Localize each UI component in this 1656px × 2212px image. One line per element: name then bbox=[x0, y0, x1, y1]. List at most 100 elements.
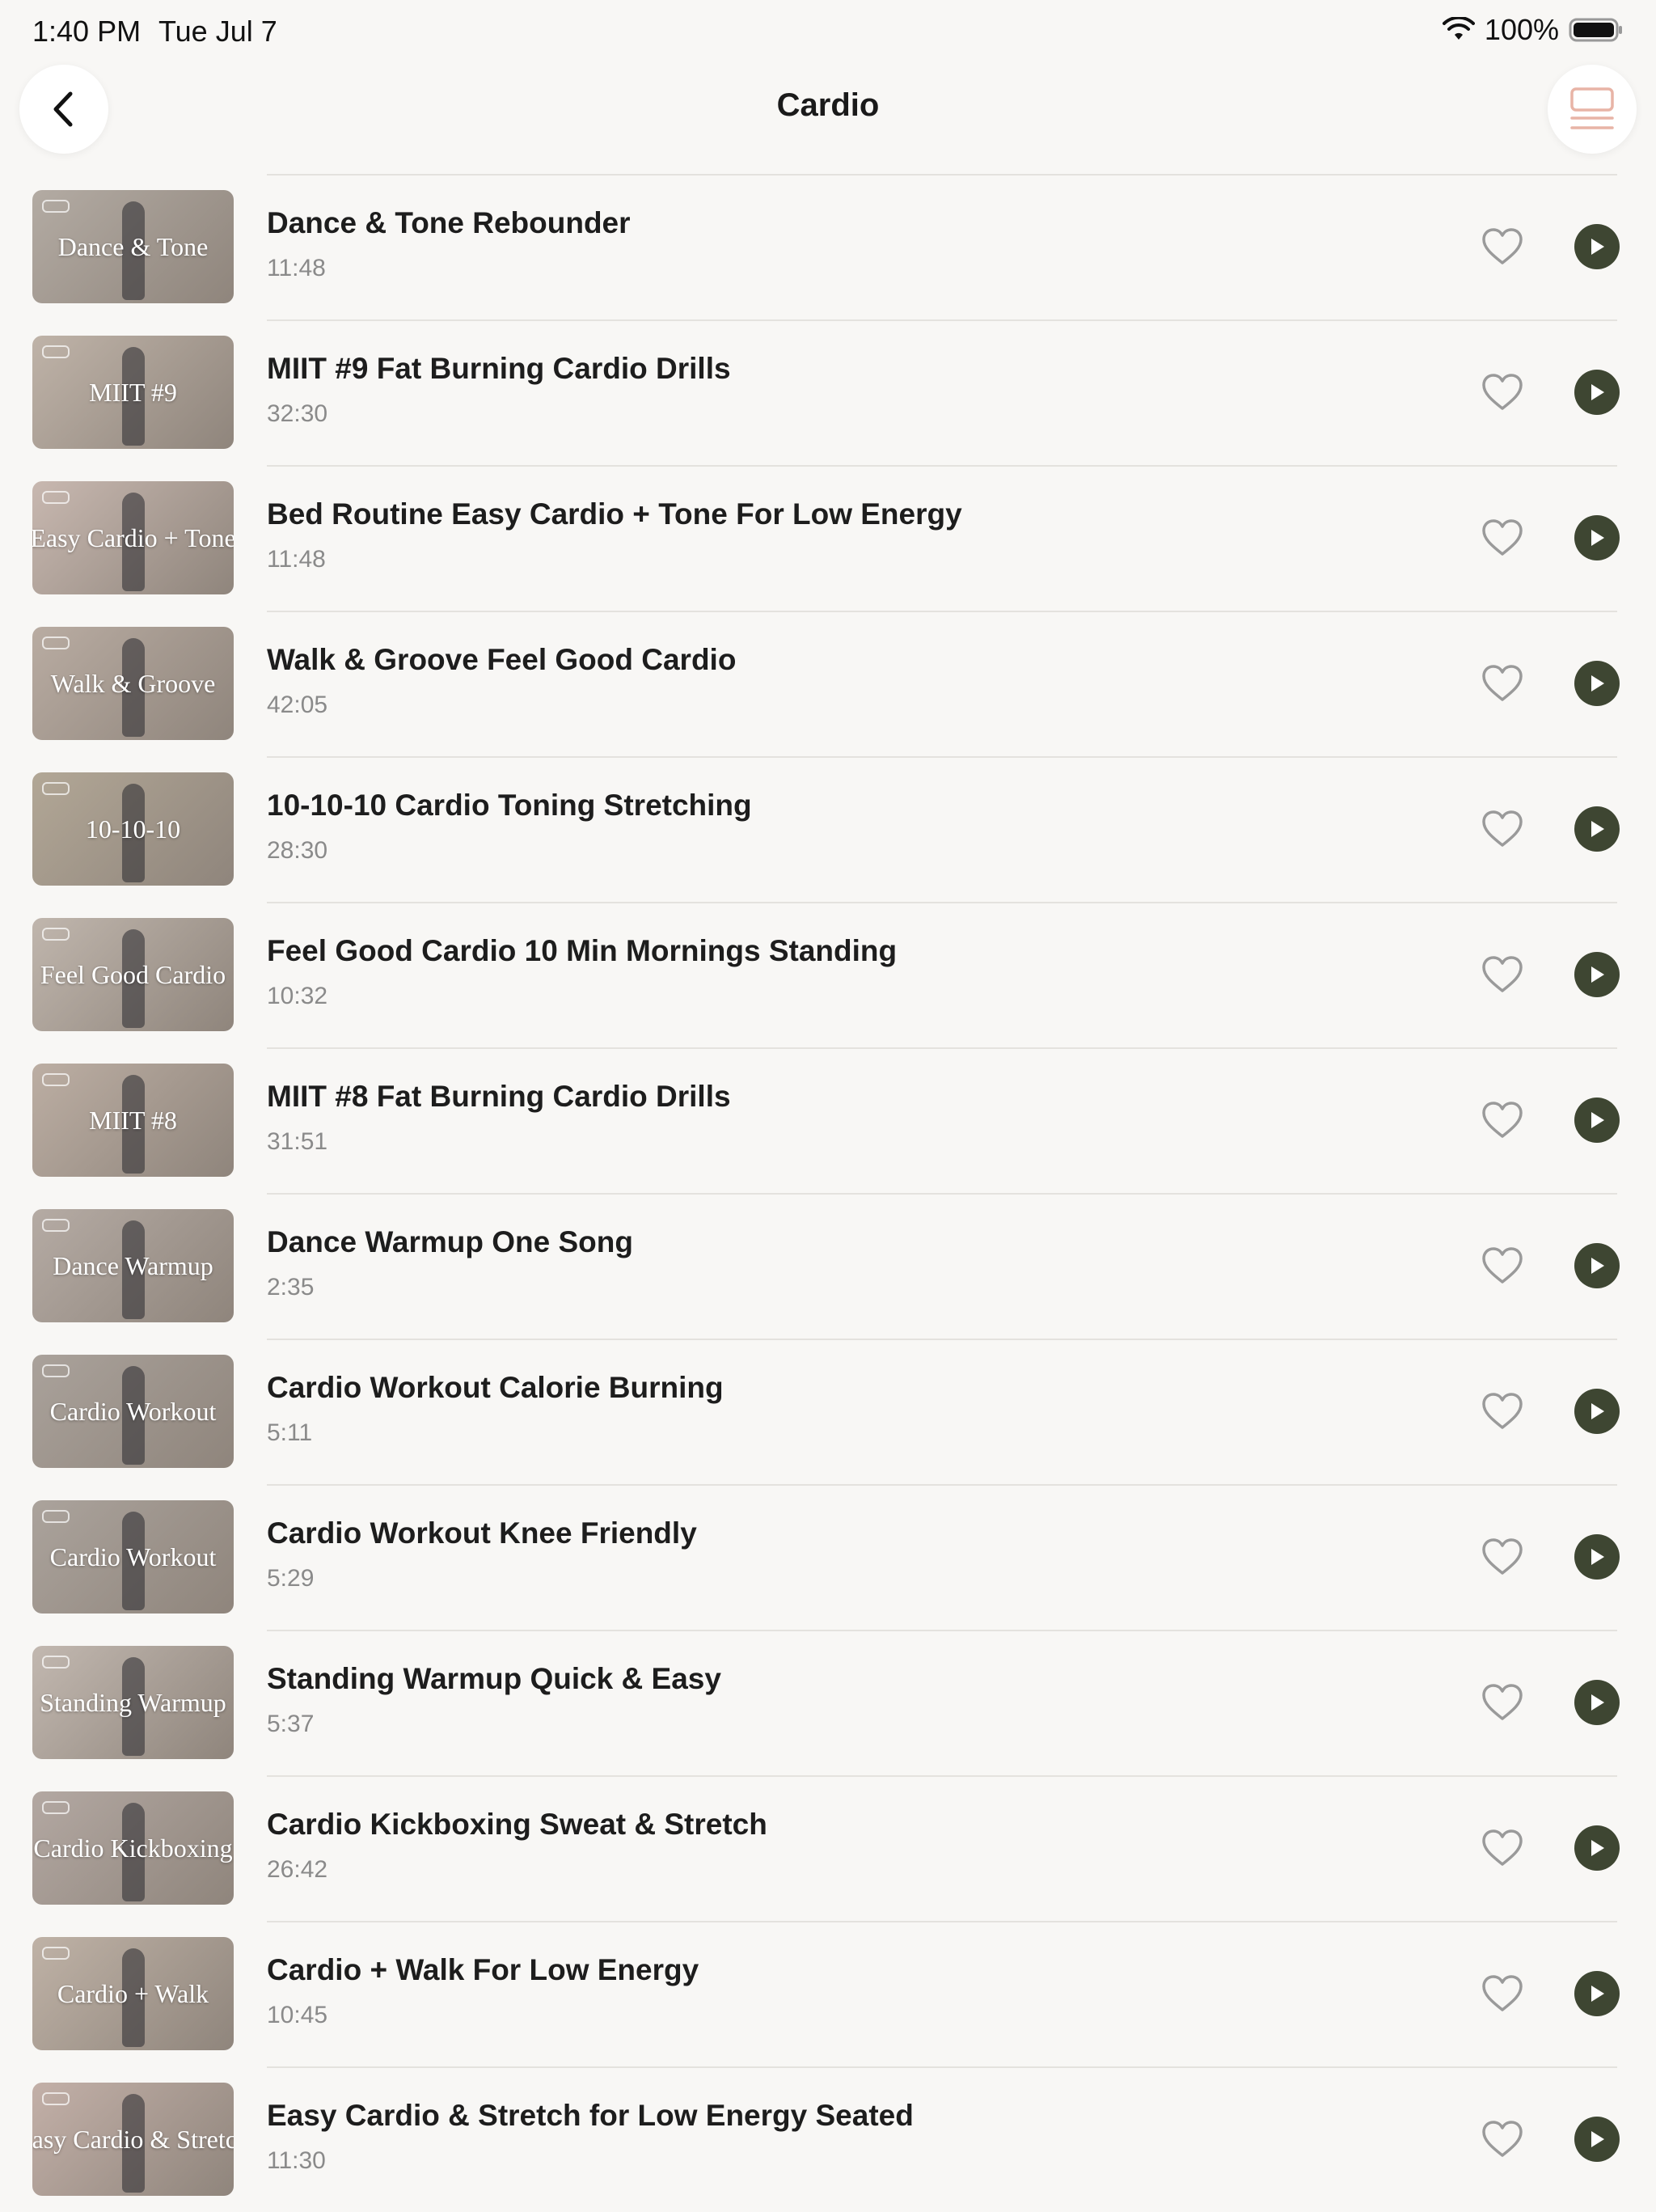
thumbnail-title: Feel Good Cardio bbox=[40, 960, 226, 989]
favorite-button[interactable] bbox=[1480, 1534, 1525, 1580]
play-icon bbox=[1591, 1840, 1604, 1856]
play-button[interactable] bbox=[1574, 1098, 1620, 1143]
play-button[interactable] bbox=[1574, 1680, 1620, 1725]
thumbnail-badge bbox=[42, 491, 70, 504]
workout-row[interactable]: Dance & Tone Dance & Tone Rebounder 11:4… bbox=[0, 174, 1656, 319]
workout-thumbnail[interactable]: Standing Warmup bbox=[32, 1646, 234, 1759]
play-button[interactable] bbox=[1574, 224, 1620, 269]
workout-row[interactable]: Feel Good Cardio Feel Good Cardio 10 Min… bbox=[0, 902, 1656, 1047]
workout-row[interactable]: Cardio + Walk Cardio + Walk For Low Ener… bbox=[0, 1921, 1656, 2066]
thumbnail-badge bbox=[42, 928, 70, 941]
play-button[interactable] bbox=[1574, 1534, 1620, 1580]
workout-thumbnail[interactable]: Cardio Workout bbox=[32, 1500, 234, 1614]
thumbnail-badge bbox=[42, 1219, 70, 1232]
workout-thumbnail[interactable]: Easy Cardio + Tone bbox=[32, 481, 234, 594]
favorite-button[interactable] bbox=[1480, 1243, 1525, 1288]
thumbnail-badge bbox=[42, 1656, 70, 1669]
thumbnail-title: Cardio Workout bbox=[49, 1397, 217, 1426]
thumbnail-title: Walk & Groove bbox=[50, 669, 216, 698]
play-button[interactable] bbox=[1574, 661, 1620, 706]
play-icon bbox=[1591, 530, 1604, 546]
play-button[interactable] bbox=[1574, 952, 1620, 997]
play-icon bbox=[1591, 1258, 1604, 1274]
thumbnail-title: MIIT #9 bbox=[89, 378, 177, 407]
play-button[interactable] bbox=[1574, 370, 1620, 415]
heart-icon bbox=[1482, 1102, 1523, 1138]
workout-row[interactable]: Cardio Workout Cardio Workout Calorie Bu… bbox=[0, 1339, 1656, 1484]
workout-row[interactable]: Cardio Workout Cardio Workout Knee Frien… bbox=[0, 1484, 1656, 1630]
thumbnail-badge bbox=[42, 345, 70, 358]
workout-title: Cardio Workout Calorie Burning bbox=[267, 1371, 724, 1404]
favorite-button[interactable] bbox=[1480, 1098, 1525, 1143]
favorite-button[interactable] bbox=[1480, 1825, 1525, 1871]
workout-thumbnail[interactable]: Easy Cardio & Stretch bbox=[32, 2083, 234, 2196]
workout-thumbnail[interactable]: Cardio Kickboxing bbox=[32, 1791, 234, 1905]
workout-thumbnail[interactable]: Cardio Workout bbox=[32, 1355, 234, 1468]
workout-duration: 5:11 bbox=[267, 1419, 313, 1446]
favorite-button[interactable] bbox=[1480, 1389, 1525, 1434]
thumbnail-badge bbox=[42, 2092, 70, 2105]
favorite-button[interactable] bbox=[1480, 370, 1525, 415]
workout-title: Feel Good Cardio 10 Min Mornings Standin… bbox=[267, 934, 898, 967]
heart-icon bbox=[1482, 519, 1523, 556]
thumbnail-title: 10-10-10 bbox=[85, 814, 181, 844]
play-button[interactable] bbox=[1574, 1389, 1620, 1434]
play-button[interactable] bbox=[1574, 1243, 1620, 1288]
workout-thumbnail[interactable]: Dance Warmup bbox=[32, 1209, 234, 1322]
workout-row[interactable]: Cardio Kickboxing Cardio Kickboxing Swea… bbox=[0, 1775, 1656, 1921]
workout-list: Dance & Tone Dance & Tone Rebounder 11:4… bbox=[0, 174, 1656, 2212]
thumbnail-title: Standing Warmup bbox=[40, 1688, 226, 1717]
heart-icon bbox=[1482, 1829, 1523, 1866]
heart-icon bbox=[1482, 374, 1523, 410]
thumbnail-badge bbox=[42, 1510, 70, 1523]
heart-icon bbox=[1482, 810, 1523, 847]
layout-toggle-button[interactable] bbox=[1548, 65, 1637, 154]
workout-thumbnail[interactable]: Dance & Tone bbox=[32, 190, 234, 303]
favorite-button[interactable] bbox=[1480, 224, 1525, 269]
play-button[interactable] bbox=[1574, 1971, 1620, 2016]
thumbnail-badge bbox=[42, 1801, 70, 1814]
workout-thumbnail[interactable]: MIIT #9 bbox=[32, 336, 234, 449]
workout-row[interactable]: 10-10-10 10-10-10 Cardio Toning Stretchi… bbox=[0, 756, 1656, 902]
play-icon bbox=[1591, 1694, 1604, 1711]
workout-row[interactable]: Standing Warmup Standing Warmup Quick & … bbox=[0, 1630, 1656, 1775]
play-icon bbox=[1591, 821, 1604, 837]
play-icon bbox=[1591, 1112, 1604, 1128]
favorite-button[interactable] bbox=[1480, 515, 1525, 560]
workout-row[interactable]: Dance Warmup Dance Warmup One Song 2:35 bbox=[0, 1193, 1656, 1339]
workout-title: Cardio + Walk For Low Energy bbox=[267, 1953, 699, 1986]
workout-row[interactable]: Walk & Groove Walk & Groove Feel Good Ca… bbox=[0, 611, 1656, 756]
thumbnail-title: Easy Cardio + Tone bbox=[32, 523, 234, 552]
workout-duration: 2:35 bbox=[267, 1274, 315, 1301]
workout-row[interactable]: Easy Cardio + Tone Bed Routine Easy Card… bbox=[0, 465, 1656, 611]
favorite-button[interactable] bbox=[1480, 952, 1525, 997]
favorite-button[interactable] bbox=[1480, 806, 1525, 852]
workout-thumbnail[interactable]: 10-10-10 bbox=[32, 772, 234, 886]
favorite-button[interactable] bbox=[1480, 1680, 1525, 1725]
play-button[interactable] bbox=[1574, 515, 1620, 560]
workout-row[interactable]: MIIT #8 MIIT #8 Fat Burning Cardio Drill… bbox=[0, 1047, 1656, 1193]
workout-row[interactable]: Easy Cardio & Stretch Easy Cardio & Stre… bbox=[0, 2066, 1656, 2212]
workout-thumbnail[interactable]: MIIT #8 bbox=[32, 1064, 234, 1177]
workout-title: Dance & Tone Rebounder bbox=[267, 206, 631, 239]
thumbnail-badge bbox=[42, 1073, 70, 1086]
favorite-button[interactable] bbox=[1480, 661, 1525, 706]
favorite-button[interactable] bbox=[1480, 2117, 1525, 2162]
play-icon bbox=[1591, 1549, 1604, 1565]
play-button[interactable] bbox=[1574, 1825, 1620, 1871]
workout-row[interactable]: MIIT #9 MIIT #9 Fat Burning Cardio Drill… bbox=[0, 319, 1656, 465]
workout-title: MIIT #8 Fat Burning Cardio Drills bbox=[267, 1080, 731, 1113]
status-bar: 1:40 PM Tue Jul 7 100% bbox=[0, 0, 1656, 65]
play-button[interactable] bbox=[1574, 2117, 1620, 2162]
workout-thumbnail[interactable]: Cardio + Walk bbox=[32, 1937, 234, 2050]
play-icon bbox=[1591, 239, 1604, 255]
workout-thumbnail[interactable]: Feel Good Cardio bbox=[32, 918, 234, 1031]
status-time: 1:40 PM bbox=[32, 15, 142, 48]
play-button[interactable] bbox=[1574, 806, 1620, 852]
thumbnail-badge bbox=[42, 1947, 70, 1960]
workout-duration: 10:45 bbox=[267, 2002, 328, 2028]
thumbnail-title: Cardio Workout bbox=[49, 1542, 217, 1571]
play-icon bbox=[1591, 966, 1604, 983]
favorite-button[interactable] bbox=[1480, 1971, 1525, 2016]
workout-thumbnail[interactable]: Walk & Groove bbox=[32, 627, 234, 740]
